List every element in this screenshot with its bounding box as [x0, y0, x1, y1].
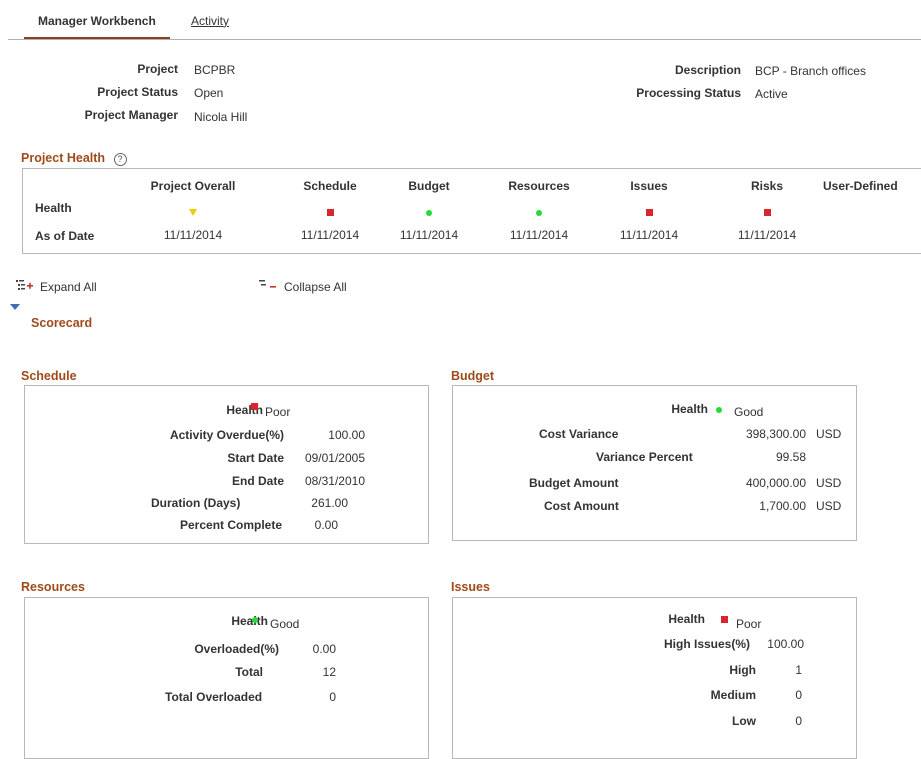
schedule-health-icon: [275, 205, 385, 219]
overloaded-pct-label: Overloaded(%): [194, 642, 279, 656]
processing-status-value: Active: [755, 87, 788, 101]
budget-good-icon: [716, 402, 722, 416]
budget-health-icon: [374, 205, 484, 219]
cost-amount-value: 1,700.00: [759, 499, 806, 513]
high-label: High: [729, 663, 756, 677]
project-health-grid: Health As of Date Project Overall Schedu…: [22, 168, 921, 254]
high-issues-pct-label: High Issues(%): [663, 637, 750, 651]
overall-health-icon: [138, 205, 248, 219]
tab-activity[interactable]: Activity: [191, 14, 229, 28]
resources-health-value: Good: [270, 617, 300, 631]
project-manager-value: Nicola Hill: [194, 110, 248, 124]
budget-title: Budget: [451, 369, 495, 383]
col-issues: Issues: [630, 179, 668, 193]
schedule-health-value: Poor: [265, 405, 291, 419]
medium-label: Medium: [710, 688, 756, 702]
issues-health-value: Poor: [736, 617, 762, 631]
schedule-date: 11/11/2014: [300, 228, 360, 242]
total-overloaded-value: 0: [329, 690, 336, 704]
risks-health-icon: [712, 205, 822, 219]
project-health-title-text: Project Health: [21, 151, 106, 165]
health-row-label: Health: [35, 201, 72, 215]
schedule-title: Schedule: [21, 369, 77, 383]
schedule-poor-icon: [251, 399, 258, 413]
project-manager-label: Project Manager: [84, 108, 178, 122]
col-risks: Risks: [750, 179, 784, 193]
cost-amount-currency: USD: [816, 499, 842, 513]
resources-health-label: Health: [231, 614, 268, 628]
collapse-all-link[interactable]: Collapse All: [284, 280, 347, 294]
help-icon[interactable]: ?: [113, 153, 127, 166]
high-value: 1: [795, 663, 802, 677]
total-label: Total: [235, 665, 263, 679]
end-date-value: 08/31/2010: [304, 474, 365, 488]
project-status-label: Project Status: [97, 85, 178, 99]
description-label: Description: [674, 63, 741, 77]
cost-variance-currency: USD: [816, 427, 842, 441]
processing-status-label: Processing Status: [636, 86, 741, 100]
start-date-label: Start Date: [227, 451, 284, 465]
budget-date: 11/11/2014: [399, 228, 459, 242]
variance-percent-value: 99.58: [775, 450, 806, 464]
tab-divider: [8, 39, 921, 40]
low-label: Low: [732, 714, 756, 728]
percent-complete-label: Percent Complete: [180, 518, 283, 532]
cost-variance-label: Cost Variance: [539, 427, 619, 441]
issues-title: Issues: [451, 580, 490, 594]
duration-label: Duration (Days): [151, 496, 241, 510]
budget-amount-value: 400,000.00: [745, 476, 806, 490]
collapse-arrow-icon[interactable]: [10, 300, 20, 314]
resources-health-icon: [484, 205, 594, 219]
project-status-value: Open: [194, 86, 224, 100]
expand-all-link[interactable]: Expand All: [40, 280, 97, 294]
variance-percent-label: Variance Percent: [596, 450, 693, 464]
project-value: BCPBR: [194, 63, 236, 77]
issues-health-label: Health: [668, 612, 705, 626]
col-project-overall: Project Overall: [150, 179, 236, 193]
issues-panel: Health Poor High Issues(%) 100.00 High 1…: [452, 597, 857, 759]
cost-variance-value: 398,300.00: [745, 427, 806, 441]
tab-manager-workbench[interactable]: Manager Workbench: [38, 14, 156, 28]
col-resources: Resources: [508, 179, 570, 193]
activity-overdue-value: 100.00: [328, 428, 365, 442]
schedule-panel: Health Poor Activity Overdue(%) 100.00 S…: [24, 385, 429, 544]
description-value: BCP - Branch offices: [755, 64, 866, 78]
overall-date: 11/11/2014: [163, 228, 223, 242]
expand-all-icon[interactable]: [15, 279, 35, 296]
activity-overdue-label: Activity Overdue(%): [169, 428, 284, 442]
percent-complete-value: 0.00: [314, 518, 338, 532]
budget-health-value: Good: [734, 405, 764, 419]
issues-health-icon: [594, 205, 704, 219]
end-date-label: End Date: [231, 474, 284, 488]
total-value: 12: [322, 665, 336, 679]
overloaded-pct-value: 0.00: [312, 642, 336, 656]
col-user-defined: User-Defined: [823, 179, 898, 193]
resources-date: 11/11/2014: [509, 228, 569, 242]
collapse-all-icon[interactable]: [258, 279, 278, 296]
start-date-value: 09/01/2005: [304, 451, 365, 465]
cost-amount-label: Cost Amount: [544, 499, 619, 513]
issues-poor-icon: [721, 612, 728, 626]
col-schedule: Schedule: [303, 179, 357, 193]
scorecard-title: Scorecard: [31, 316, 93, 330]
budget-health-label: Health: [671, 402, 708, 416]
col-budget: Budget: [408, 179, 450, 193]
issues-date: 11/11/2014: [619, 228, 679, 242]
duration-value: 261.00: [311, 496, 348, 510]
risks-date: 11/11/2014: [737, 228, 797, 242]
budget-amount-label: Budget Amount: [529, 476, 619, 490]
budget-panel: Health Good Cost Variance 398,300.00 USD…: [452, 385, 857, 541]
as-of-date-row-label: As of Date: [35, 229, 95, 243]
budget-amount-currency: USD: [816, 476, 842, 490]
low-value: 0: [795, 714, 802, 728]
total-overloaded-label: Total Overloaded: [165, 690, 263, 704]
project-label: Project: [137, 62, 178, 76]
resources-good-icon: [252, 612, 258, 626]
project-health-title: Project Health ?: [21, 151, 127, 166]
high-issues-pct-value: 100.00: [767, 637, 804, 651]
resources-panel: Health Good Overloaded(%) 0.00 Total 12 …: [24, 597, 429, 759]
medium-value: 0: [795, 688, 802, 702]
resources-title: Resources: [21, 580, 85, 594]
